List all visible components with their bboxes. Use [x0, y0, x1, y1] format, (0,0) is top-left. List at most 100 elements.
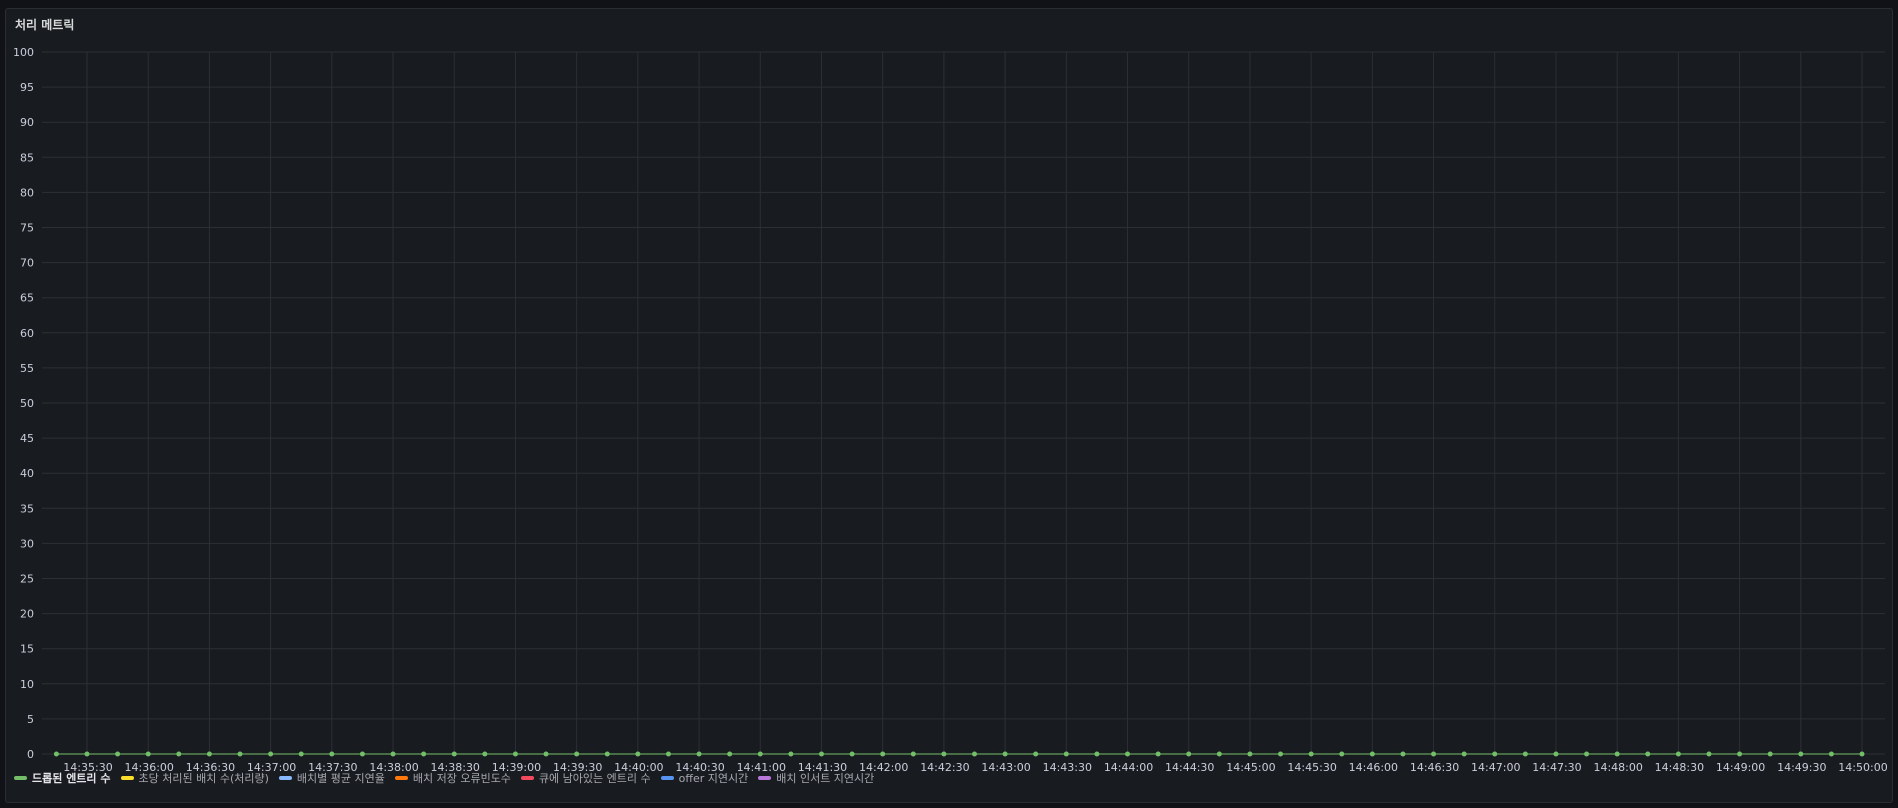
legend-swatch	[394, 776, 408, 780]
data-point[interactable]	[1247, 751, 1253, 757]
legend-item[interactable]: 배치 인서트 지연시간	[758, 770, 874, 786]
data-point[interactable]	[757, 751, 763, 757]
data-point[interactable]	[1553, 751, 1559, 757]
data-point[interactable]	[512, 751, 518, 757]
legend-swatch	[520, 776, 534, 780]
data-point[interactable]	[696, 751, 702, 757]
data-point[interactable]	[1614, 751, 1620, 757]
data-point[interactable]	[1584, 751, 1590, 757]
legend-swatch	[278, 776, 292, 780]
data-point[interactable]	[145, 751, 151, 757]
data-point[interactable]	[1186, 751, 1192, 757]
y-tick-label: 90	[20, 116, 34, 129]
legend-item[interactable]: 큐에 남아있는 엔트리 수	[520, 770, 651, 786]
y-tick-label: 40	[20, 467, 34, 480]
data-point[interactable]	[1155, 751, 1161, 757]
y-tick-label: 0	[27, 748, 34, 761]
data-point[interactable]	[543, 751, 549, 757]
data-point[interactable]	[727, 751, 733, 757]
data-point[interactable]	[1125, 751, 1131, 757]
data-point[interactable]	[421, 751, 427, 757]
legend-item[interactable]: 배치 저장 오류빈도수	[394, 770, 511, 786]
data-point[interactable]	[910, 751, 916, 757]
data-point[interactable]	[1461, 751, 1467, 757]
data-point[interactable]	[298, 751, 304, 757]
data-point[interactable]	[788, 751, 794, 757]
data-point[interactable]	[206, 751, 212, 757]
data-point[interactable]	[1431, 751, 1437, 757]
y-tick-label: 55	[20, 362, 34, 375]
data-point[interactable]	[1706, 751, 1712, 757]
data-point[interactable]	[1828, 751, 1834, 757]
data-point[interactable]	[1033, 751, 1039, 757]
legend-item[interactable]: 배치별 평균 지연율	[278, 770, 385, 786]
chart-legend: 드롭된 엔트리 수 초당 처리된 배치 수(처리량) 배치별 평균 지연율 배치 저장…	[14, 770, 874, 786]
data-point[interactable]	[1767, 751, 1773, 757]
data-point[interactable]	[1369, 751, 1375, 757]
data-point[interactable]	[1216, 751, 1222, 757]
y-tick-label: 80	[20, 186, 34, 199]
data-point[interactable]	[1737, 751, 1743, 757]
data-point[interactable]	[941, 751, 947, 757]
legend-swatch	[758, 776, 772, 780]
legend-item[interactable]: offer 지연시간	[660, 770, 749, 786]
legend-label: offer 지연시간	[678, 772, 749, 785]
x-tick-label: 14:43:00	[981, 761, 1030, 774]
x-tick-label: 14:48:30	[1655, 761, 1704, 774]
data-point[interactable]	[1339, 751, 1345, 757]
data-point[interactable]	[635, 751, 641, 757]
data-point[interactable]	[1522, 751, 1528, 757]
data-point[interactable]	[176, 751, 182, 757]
y-tick-label: 75	[20, 222, 34, 235]
y-tick-label: 85	[20, 151, 34, 164]
x-tick-label: 14:49:30	[1777, 761, 1826, 774]
data-point[interactable]	[359, 751, 365, 757]
data-point[interactable]	[1400, 751, 1406, 757]
data-point[interactable]	[1798, 751, 1804, 757]
data-point[interactable]	[237, 751, 243, 757]
legend-label: 큐에 남아있는 엔트리 수	[538, 772, 651, 785]
y-tick-label: 95	[20, 81, 34, 94]
data-point[interactable]	[849, 751, 855, 757]
data-point[interactable]	[1094, 751, 1100, 757]
data-point[interactable]	[390, 751, 396, 757]
y-tick-label: 35	[20, 502, 34, 515]
y-tick-label: 50	[20, 397, 34, 410]
legend-label: 배치 인서트 지연시간	[776, 772, 875, 785]
data-point[interactable]	[1859, 751, 1865, 757]
legend-item[interactable]: 드롭된 엔트리 수	[14, 770, 111, 786]
x-tick-label: 14:48:00	[1593, 761, 1642, 774]
data-point[interactable]	[482, 751, 488, 757]
y-tick-label: 65	[20, 292, 34, 305]
y-tick-label: 10	[20, 678, 34, 691]
data-point[interactable]	[115, 751, 121, 757]
data-point[interactable]	[1308, 751, 1314, 757]
data-point[interactable]	[1645, 751, 1651, 757]
data-point[interactable]	[574, 751, 580, 757]
data-point[interactable]	[880, 751, 886, 757]
data-point[interactable]	[53, 751, 59, 757]
x-tick-label: 14:50:00	[1838, 761, 1887, 774]
legend-label: 배치 저장 오류빈도수	[412, 772, 511, 785]
data-point[interactable]	[1492, 751, 1498, 757]
data-point[interactable]	[1002, 751, 1008, 757]
data-point[interactable]	[604, 751, 610, 757]
data-point[interactable]	[972, 751, 977, 757]
x-tick-label: 14:49:00	[1716, 761, 1765, 774]
legend-item[interactable]: 초당 처리된 배치 수(처리량)	[120, 770, 269, 786]
line-chart: 0 5 10 15 20 25 30 35 40 45 50 55 60 65 70 75 80 85 90 95 10…	[13, 46, 1888, 774]
data-point[interactable]	[84, 751, 90, 757]
data-point[interactable]	[1063, 751, 1069, 757]
data-point[interactable]	[329, 751, 335, 757]
data-point[interactable]	[818, 751, 824, 757]
data-point[interactable]	[268, 751, 274, 757]
data-point[interactable]	[665, 751, 671, 757]
legend-swatch	[120, 776, 134, 780]
data-point[interactable]	[451, 751, 457, 757]
legend-label: 드롭된 엔트리 수	[32, 772, 111, 785]
data-point[interactable]	[1278, 751, 1284, 757]
y-tick-label: 5	[27, 713, 34, 726]
y-tick-label: 60	[20, 327, 34, 340]
legend-label: 배치별 평균 지연율	[296, 772, 385, 785]
data-point[interactable]	[1675, 751, 1681, 757]
